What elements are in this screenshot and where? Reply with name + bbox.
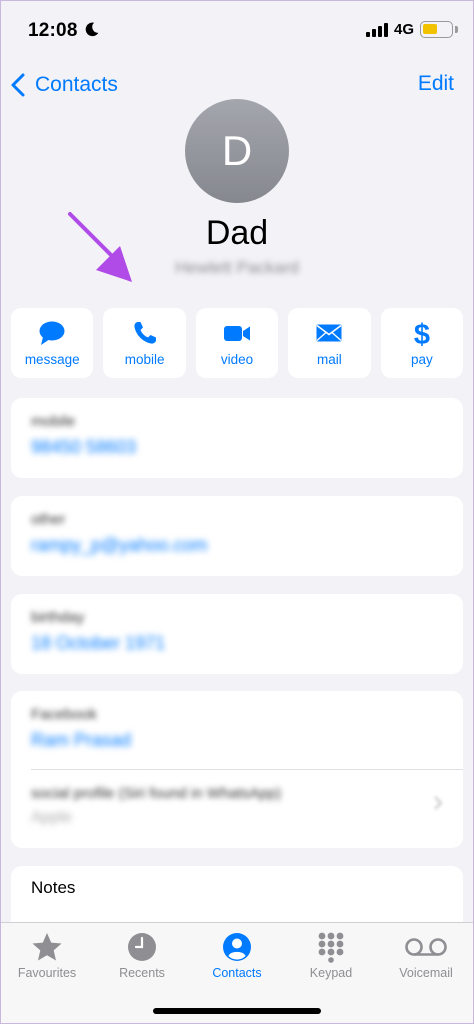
tab-voicemail[interactable]: Voicemail <box>379 931 473 980</box>
battery-cap <box>455 26 458 33</box>
clock-icon <box>128 933 156 961</box>
message-button[interactable]: message <box>11 308 94 378</box>
quick-actions: message mobile video mail $ pay <box>11 308 464 378</box>
social-profile-value: Apple <box>31 809 72 826</box>
tab-contacts-label: Contacts <box>212 966 262 980</box>
mail-button[interactable]: mail <box>288 308 371 378</box>
tab-keypad-label: Keypad <box>309 966 353 980</box>
birthday-card: birthday 18 October 1971 <box>11 594 463 674</box>
mobile-number[interactable]: 98450 58603 <box>31 437 443 458</box>
mobile-call-button[interactable]: mobile <box>103 308 186 378</box>
birthday-field-label: birthday <box>31 609 85 626</box>
social-profile-field[interactable]: social profile (Siri found in WhatsApp) … <box>11 770 463 848</box>
moon-icon <box>85 22 99 37</box>
video-call-button[interactable]: video <box>195 308 279 378</box>
chevron-right-icon <box>434 796 443 810</box>
status-time: 12:08 <box>28 20 78 41</box>
tab-recents[interactable]: Recents <box>95 931 189 980</box>
avatar-initial: D <box>221 127 253 174</box>
social-profiles-card: Facebook Ram Prasad social profile (Siri… <box>11 691 463 848</box>
phone-icon <box>134 322 156 344</box>
pay-button[interactable]: $ pay <box>380 308 464 378</box>
facebook-field-label: Facebook <box>31 706 97 723</box>
annotation-arrow-icon <box>68 212 132 282</box>
other-email-field[interactable]: other rampy_p@yahoo.com <box>11 496 463 556</box>
back-to-contacts-button[interactable]: Contacts <box>10 70 118 100</box>
other-email-card: other rampy_p@yahoo.com <box>11 496 463 576</box>
keypad-icon <box>318 932 344 963</box>
network-type: 4G <box>394 21 415 38</box>
avatar: D <box>185 99 289 203</box>
pay-label: pay <box>410 352 433 367</box>
status-bar: 12:08 4G <box>0 0 474 62</box>
voicemail-icon <box>405 938 447 956</box>
battery-icon <box>420 21 453 38</box>
video-label: video <box>220 352 254 367</box>
other-field-label: other <box>31 511 66 528</box>
star-icon <box>32 933 62 961</box>
dollar-icon: $ <box>414 319 430 347</box>
facebook-value[interactable]: Ram Prasad <box>31 730 443 751</box>
edit-button[interactable]: Edit <box>418 72 454 96</box>
tab-favourites-label: Favourites <box>17 966 77 980</box>
svg-text:$: $ <box>414 319 430 347</box>
mobile-field[interactable]: mobile 98450 58603 <box>11 398 463 458</box>
other-email-value[interactable]: rampy_p@yahoo.com <box>31 535 443 556</box>
video-camera-icon <box>224 326 251 341</box>
mobile-label: mobile <box>124 352 165 367</box>
tab-contacts[interactable]: Contacts <box>190 931 284 980</box>
mobile-card: mobile 98450 58603 <box>11 398 463 478</box>
person-circle-icon <box>223 933 251 961</box>
signal-icon <box>366 23 388 37</box>
tab-recents-label: Recents <box>119 966 165 980</box>
envelope-icon <box>316 324 342 342</box>
birthday-field[interactable]: birthday 18 October 1971 <box>11 594 463 654</box>
tab-keypad[interactable]: Keypad <box>284 931 378 980</box>
tab-voicemail-label: Voicemail <box>399 966 453 980</box>
tab-favourites[interactable]: Favourites <box>0 931 94 980</box>
chevron-left-icon <box>11 73 25 97</box>
home-indicator <box>153 1008 321 1014</box>
mail-label: mail <box>317 352 342 367</box>
social-profile-label: social profile (Siri found in WhatsApp) <box>31 785 282 802</box>
facebook-field[interactable]: Facebook Ram Prasad <box>11 691 463 769</box>
battery-level <box>423 24 437 34</box>
back-label: Contacts <box>35 73 118 96</box>
birthday-value[interactable]: 18 October 1971 <box>31 633 443 654</box>
notes-label: Notes <box>31 878 76 897</box>
message-bubble-icon <box>39 321 65 345</box>
message-label: message <box>24 352 80 367</box>
mobile-field-label: mobile <box>31 413 76 430</box>
